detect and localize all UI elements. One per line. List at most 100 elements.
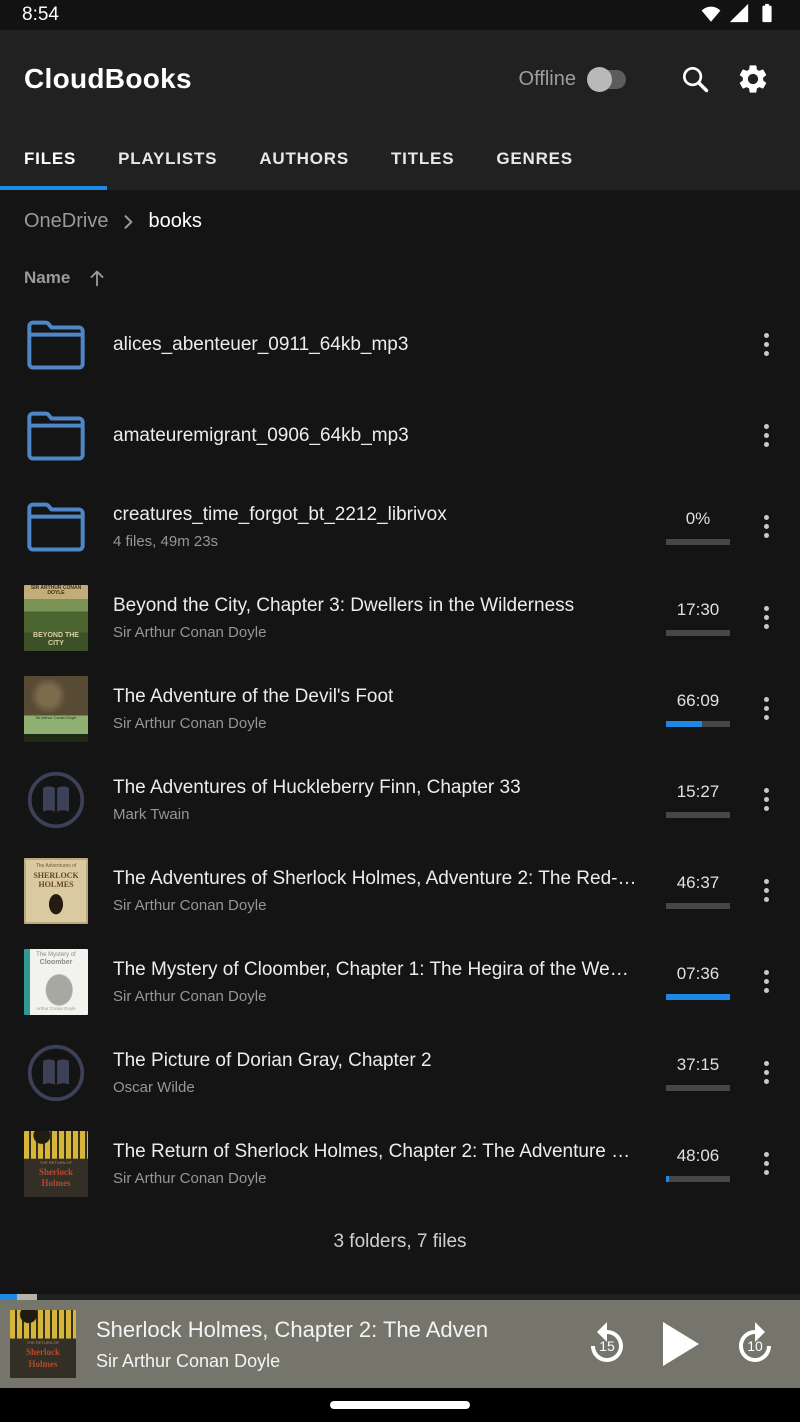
- breadcrumb-root[interactable]: OneDrive: [24, 210, 108, 233]
- item-info: The Adventures of Huckleberry Finn, Chap…: [113, 777, 656, 823]
- item-subtitle: Sir Arthur Conan Doyle: [113, 1170, 656, 1187]
- item-progress-fill: [666, 994, 730, 1000]
- item-menu-button[interactable]: [744, 404, 788, 468]
- cover-text: Cloomber: [24, 959, 88, 967]
- player-progress-bar[interactable]: [0, 1294, 800, 1300]
- item-progress-area: 48:06: [666, 1146, 730, 1182]
- play-button[interactable]: [644, 1312, 718, 1376]
- item-title: alices_abenteuer_0911_64kb_mp3: [113, 334, 656, 356]
- cover-text: BEYOND THE CITY: [24, 632, 88, 648]
- book-cover: THE RETURN OFSherlockHolmes: [24, 1131, 88, 1197]
- cover-text: Sir Arthur Conan Doyle: [24, 716, 88, 721]
- cloudbooks-app: 8:54 CloudBooks Offline: [0, 0, 800, 1422]
- item-progress-track: [666, 1176, 730, 1182]
- kebab-dot: [764, 1079, 769, 1084]
- item-progress-area: 46:37: [666, 873, 730, 909]
- item-progress-area: 37:15: [666, 1055, 730, 1091]
- item-progress-track: [666, 903, 730, 909]
- item-progress-area: 17:30: [666, 600, 730, 636]
- audio-file-row[interactable]: THE RETURN OFSherlockHolmes The Return of…: [0, 1118, 800, 1209]
- tab-bar: FILES PLAYLISTS AUTHORS TITLES GENRES: [0, 128, 800, 190]
- tab-playlists[interactable]: PLAYLISTS: [118, 149, 217, 169]
- item-duration: 48:06: [677, 1146, 720, 1166]
- item-progress-track: [666, 721, 730, 727]
- item-info: creatures_time_forgot_bt_2212_librivox4 …: [113, 504, 656, 550]
- tab-genres[interactable]: GENRES: [496, 149, 573, 169]
- audio-file-row[interactable]: The Adventures ofSHERLOCKHOLMESThe Adven…: [0, 845, 800, 936]
- item-info: Beyond the City, Chapter 3: Dwellers in …: [113, 595, 656, 641]
- forward-10-button[interactable]: 10: [718, 1312, 792, 1376]
- active-tab-indicator: [0, 186, 107, 190]
- item-info: The Return of Sherlock Holmes, Chapter 2…: [113, 1141, 656, 1187]
- audio-file-row[interactable]: The Picture of Dorian Gray, Chapter 2Osc…: [0, 1027, 800, 1118]
- item-menu-button[interactable]: [744, 1041, 788, 1105]
- item-info: The Adventures of Sherlock Holmes, Adven…: [113, 868, 656, 914]
- tab-titles[interactable]: TITLES: [391, 149, 454, 169]
- item-subtitle: Oscar Wilde: [113, 1079, 656, 1096]
- kebab-dot: [764, 615, 769, 620]
- item-subtitle: 4 files, 49m 23s: [113, 533, 656, 550]
- item-menu-button[interactable]: [744, 950, 788, 1014]
- file-list-panel: OneDrive books Name alices_abenteuer_091…: [0, 190, 800, 1294]
- item-subtitle: Mark Twain: [113, 806, 656, 823]
- status-icons: [700, 2, 778, 29]
- rewind-15-button[interactable]: 15: [570, 1312, 644, 1376]
- item-menu-button[interactable]: [744, 1132, 788, 1196]
- item-info: alices_abenteuer_0911_64kb_mp3: [113, 334, 656, 356]
- chevron-right-icon: [118, 212, 138, 232]
- item-subtitle: Sir Arthur Conan Doyle: [113, 897, 656, 914]
- audio-file-row[interactable]: The Mystery ofCloomberArthur Conan Doyle…: [0, 936, 800, 1027]
- sort-label: Name: [24, 268, 70, 288]
- svg-text:15: 15: [599, 1338, 615, 1354]
- item-menu-button[interactable]: [744, 768, 788, 832]
- play-icon: [663, 1322, 699, 1366]
- replay-15-icon: 15: [583, 1320, 631, 1368]
- search-icon: [679, 63, 711, 95]
- kebab-dot: [764, 1152, 769, 1157]
- sort-control[interactable]: Name: [0, 233, 800, 299]
- item-menu-button[interactable]: [744, 677, 788, 741]
- mini-player[interactable]: THE RETURN OF Sherlock Holmes Sherlock H…: [0, 1300, 800, 1388]
- file-list: alices_abenteuer_0911_64kb_mp3 amateurem…: [0, 299, 800, 1209]
- breadcrumb: OneDrive books: [0, 190, 800, 233]
- folder-row[interactable]: creatures_time_forgot_bt_2212_librivox4 …: [0, 481, 800, 572]
- item-menu-button[interactable]: [744, 859, 788, 923]
- settings-button[interactable]: [730, 56, 776, 102]
- folder-icon: [24, 312, 88, 378]
- item-subtitle: Sir Arthur Conan Doyle: [113, 988, 656, 1005]
- item-title: The Adventures of Sherlock Holmes, Adven…: [113, 868, 656, 890]
- folder-row[interactable]: amateuremigrant_0906_64kb_mp3: [0, 390, 800, 481]
- search-button[interactable]: [672, 56, 718, 102]
- tab-files[interactable]: FILES: [24, 149, 76, 169]
- tab-authors[interactable]: AUTHORS: [259, 149, 349, 169]
- item-menu-button[interactable]: [744, 495, 788, 559]
- kebab-dot: [764, 1170, 769, 1175]
- item-menu-button[interactable]: [744, 313, 788, 377]
- item-info: amateuremigrant_0906_64kb_mp3: [113, 425, 656, 447]
- kebab-dot: [764, 979, 769, 984]
- audio-file-row[interactable]: SIR ARTHUR CONAN DOYLEBEYOND THE CITYBey…: [0, 572, 800, 663]
- item-progress-track: [666, 539, 730, 545]
- kebab-dot: [764, 697, 769, 702]
- item-menu-button[interactable]: [744, 586, 788, 650]
- audio-file-row[interactable]: The Adventures of Huckleberry Finn, Chap…: [0, 754, 800, 845]
- folder-row[interactable]: alices_abenteuer_0911_64kb_mp3: [0, 299, 800, 390]
- player-cover-art: THE RETURN OF Sherlock Holmes: [10, 1310, 76, 1378]
- cover-text: HOLMES: [24, 880, 88, 889]
- toggle-thumb: [587, 67, 612, 92]
- kebab-dot: [764, 524, 769, 529]
- audio-file-row[interactable]: Sir Arthur Conan DoyleThe Adventure of t…: [0, 663, 800, 754]
- cover-text: The Mystery of: [24, 952, 88, 959]
- breadcrumb-current[interactable]: books: [148, 210, 201, 233]
- kebab-dot: [764, 970, 769, 975]
- item-progress-area: 66:09: [666, 691, 730, 727]
- item-progress-area: 07:36: [666, 964, 730, 1000]
- page-title: CloudBooks: [24, 63, 519, 95]
- kebab-dot: [764, 533, 769, 538]
- wifi-icon: [700, 2, 722, 29]
- offline-toggle[interactable]: [590, 70, 626, 89]
- home-indicator[interactable]: [330, 1401, 470, 1409]
- item-download-percent: 0%: [686, 509, 711, 529]
- item-subtitle: Sir Arthur Conan Doyle: [113, 715, 656, 732]
- item-title: amateuremigrant_0906_64kb_mp3: [113, 425, 656, 447]
